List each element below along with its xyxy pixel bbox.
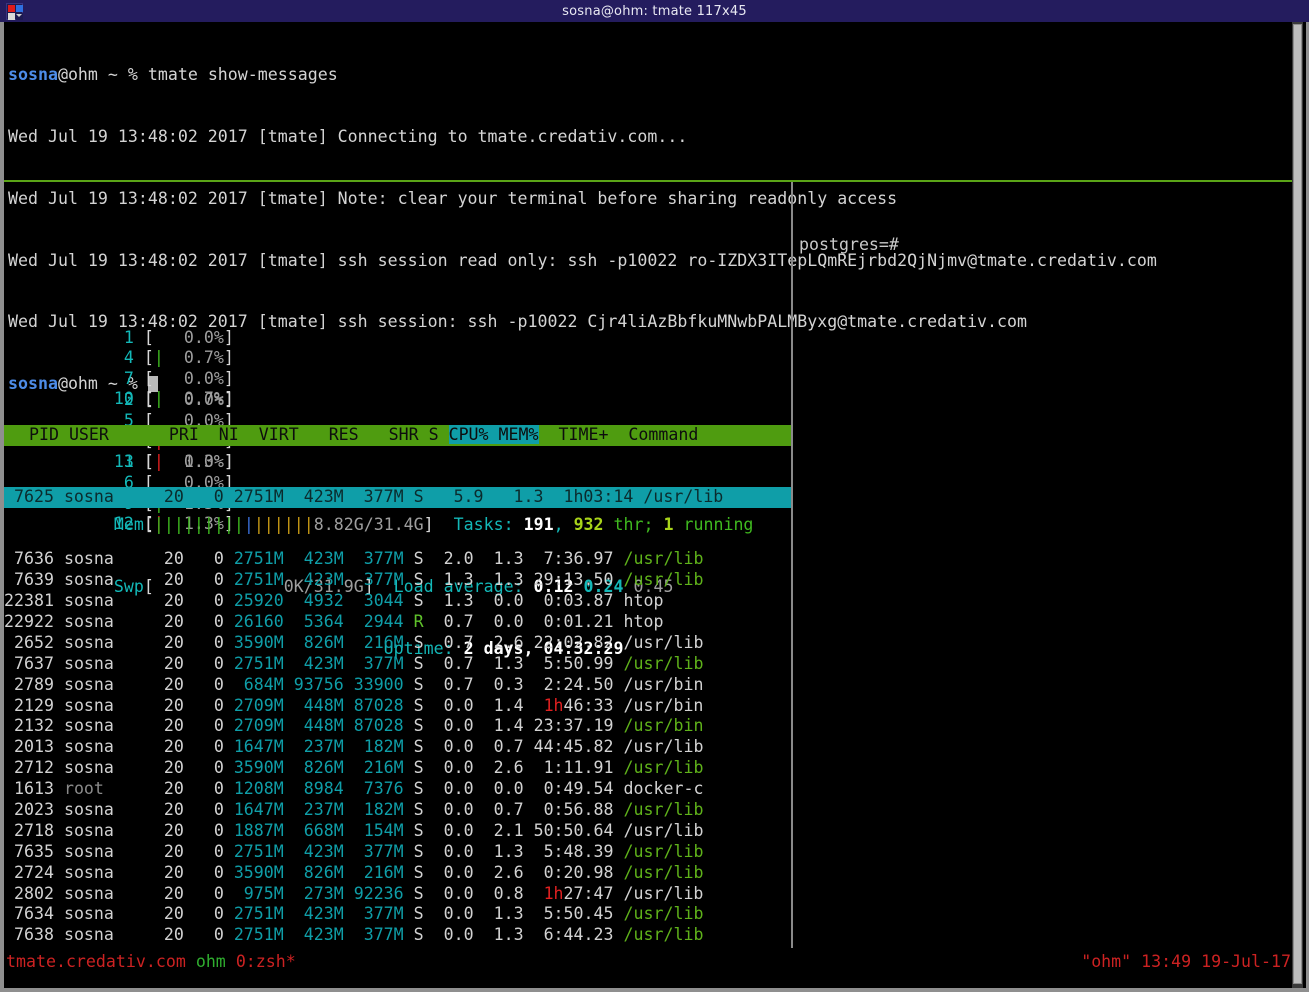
process-row[interactable]: 22381 sosna 20 0 25920 4932 3044 S 1.3 0… [4,591,791,612]
prompt-user: sosna [8,65,58,84]
process-table-header[interactable]: PID USER PRI NI VIRT RES SHR S CPU% MEM%… [4,425,791,446]
process-row[interactable]: 2712 sosna 20 0 3590M 826M 216M S 0.0 2.… [4,758,791,779]
process-row[interactable]: 2802 sosna 20 0 975M 273M 92236 S 0.0 0.… [4,884,791,905]
tmate-status-bar[interactable]: tmate.credativ.com ohm 0:zsh* "ohm" 13:4… [4,952,1295,974]
htop-pane[interactable]: 1 [ 0.0%] 4 [| 0.7%] 7 [ 0.0%] 10 [| 0.7… [4,184,791,948]
terminal-icon [6,3,23,20]
vertical-pane-divider[interactable] [791,182,793,948]
process-row[interactable]: 7635 sosna 20 0 2751M 423M 377M S 0.0 1.… [4,842,791,863]
process-rows[interactable]: 7636 sosna 20 0 2751M 423M 377M S 2.0 1.… [4,549,791,948]
terminal-screen[interactable]: sosna@ohm ~ % tmate show-messages Wed Ju… [4,22,1302,988]
process-row[interactable]: 2718 sosna 20 0 1887M 668M 154M S 0.0 2.… [4,821,791,842]
process-row[interactable]: 2013 sosna 20 0 1647M 237M 182M S 0.0 0.… [4,737,791,758]
process-table[interactable]: PID USER PRI NI VIRT RES SHR S CPU% MEM%… [4,384,791,948]
process-row[interactable]: 2724 sosna 20 0 3590M 826M 216M S 0.0 2.… [4,863,791,884]
status-window: 0:zsh* [236,952,296,971]
window-titlebar[interactable]: sosna@ohm: tmate 117x45 [0,0,1309,22]
horizontal-pane-divider [4,180,1302,182]
header-cols-left: PID USER PRI NI VIRT RES SHR S [9,425,449,444]
shell-prompt-line: sosna@ohm ~ % tmate show-messages [8,65,1293,86]
process-row[interactable]: 7638 sosna 20 0 2751M 423M 377M S 0.0 1.… [4,925,791,946]
scrollbar-thumb[interactable] [1293,24,1302,984]
shell-command: tmate show-messages [148,65,338,84]
process-row[interactable]: 1613 root 20 0 1208M 8984 7376 S 0.0 0.0… [4,779,791,800]
process-row[interactable]: 2652 sosna 20 0 3590M 826M 216M S 0.7 2.… [4,633,791,654]
process-row[interactable]: 2132 sosna 20 0 2709M 448M 87028 S 0.0 1… [4,716,791,737]
prompt-rest: @ohm ~ % [58,65,148,84]
process-row[interactable]: 2789 sosna 20 0 684M 93756 33900 S 0.7 0… [4,675,791,696]
process-row[interactable]: 7634 sosna 20 0 2751M 423M 377M S 0.0 1.… [4,904,791,925]
window-scrollbar[interactable] [1292,22,1303,988]
cpu-meter-4: 4 [| 0.7%] [114,348,264,367]
status-right: "ohm" 13:49 19-Jul-17 [1081,952,1291,973]
meter-row: 1 [ 0.0%] 4 [| 0.7%] 7 [ 0.0%] 10 [| 0.7… [14,307,791,328]
status-host: ohm [196,952,226,971]
process-row[interactable]: 7636 sosna 20 0 2751M 423M 377M S 2.0 1.… [4,549,791,570]
header-cols-cpu-mem: CPU% MEM% [449,425,539,444]
process-row[interactable]: 2129 sosna 20 0 2709M 448M 87028 S 0.0 1… [4,696,791,717]
status-session-name: tmate.credativ.com [6,952,186,971]
process-row[interactable]: 7639 sosna 20 0 2751M 423M 377M S 1.3 1.… [4,570,791,591]
header-cols-right: TIME+ Command [539,425,699,444]
cpu-meter-1: 1 [ 0.0%] [114,328,264,347]
process-row[interactable]: 22922 sosna 20 0 26160 5364 2944 R 0.7 0… [4,612,791,633]
process-row-selected[interactable]: 7625 sosna 20 0 2751M 423M 377M S 5.9 1.… [4,487,791,508]
postgres-pane[interactable]: postgres=# [797,184,1292,948]
tmate-message: Wed Jul 19 13:48:02 2017 [tmate] Connect… [8,127,1293,148]
process-row[interactable]: 2023 sosna 20 0 1647M 237M 182M S 0.0 0.… [4,800,791,821]
process-row[interactable]: 7637 sosna 20 0 2751M 423M 377M S 0.7 1.… [4,654,791,675]
window-title: sosna@ohm: tmate 117x45 [562,4,747,19]
status-left: tmate.credativ.com ohm 0:zsh* [6,952,296,973]
terminal-window: sosna@ohm: tmate 117x45 sosna@ohm ~ % tm… [0,0,1309,992]
status-space-2 [226,952,236,971]
status-space [186,952,196,971]
postgres-prompt: postgres=# [797,225,1292,256]
